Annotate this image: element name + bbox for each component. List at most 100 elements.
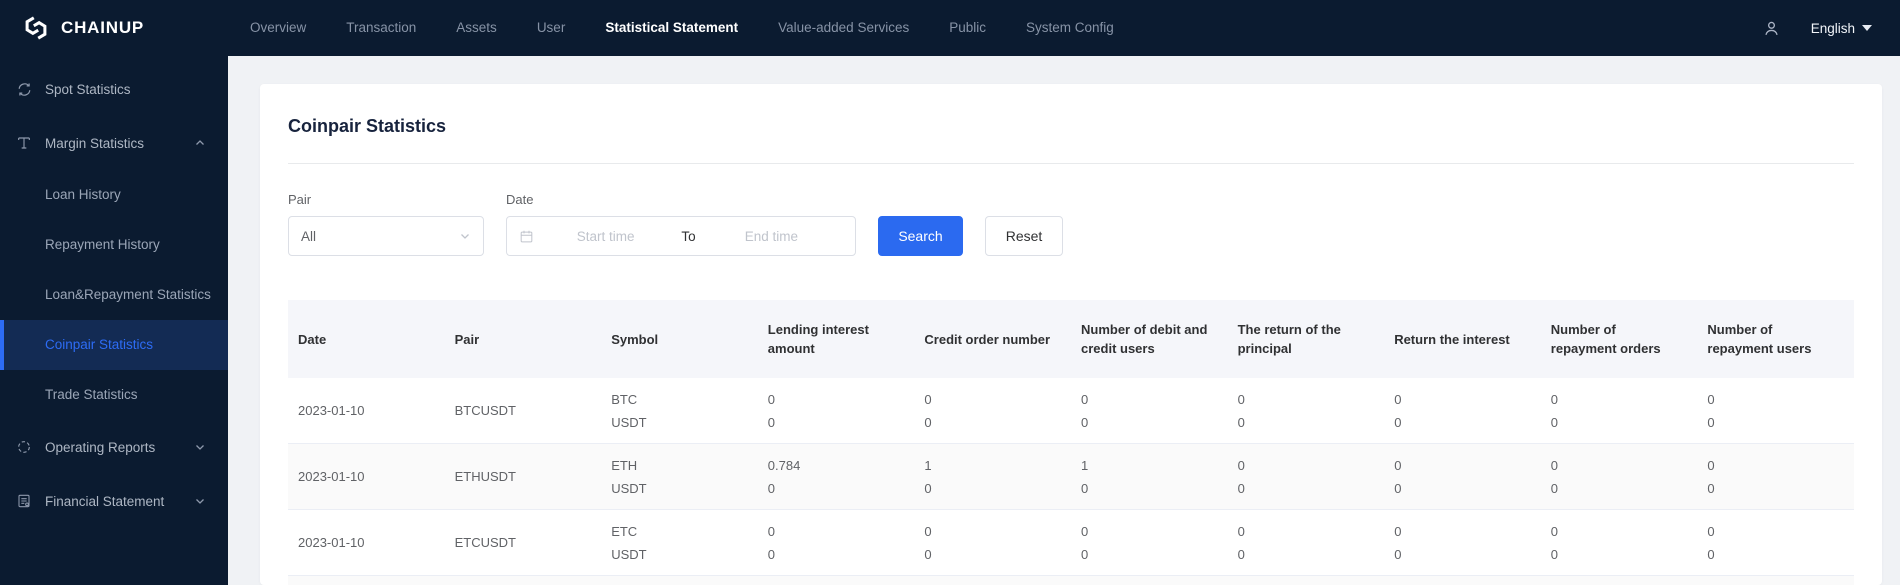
sidebar-item-label: Operating Reports (45, 439, 156, 455)
sidebar-item-trade-statistics[interactable]: Trade Statistics (0, 370, 228, 420)
coinpair-statistics-card: Coinpair Statistics Pair All Date Start … (260, 84, 1882, 585)
page-title: Coinpair Statistics (288, 116, 447, 136)
date-filter-group: Date To (506, 192, 856, 256)
sidebar: Spot Statistics Margin Statistics Loan His… (0, 56, 228, 585)
brand-logo[interactable]: CHAINUP (0, 14, 208, 42)
operating-reports-icon (15, 438, 33, 456)
sidebar-item-label: Spot Statistics (45, 81, 131, 97)
cell-value: 00 (1081, 391, 1089, 430)
user-icon[interactable] (1762, 19, 1781, 38)
column-header-number-of: Number of repayment orders (1550, 322, 1661, 356)
cell-symbol: BTC USDT (611, 391, 647, 430)
date-separator: To (681, 228, 696, 244)
pair-label: Pair (288, 192, 312, 207)
cell-pair: BTCUSDT (454, 403, 516, 418)
sidebar-item-operating-reports[interactable]: Operating Reports (0, 420, 228, 474)
cell-date: 2023-01-10 (298, 535, 365, 550)
cell-date: 2023-01-10 (298, 469, 365, 484)
sidebar-item-financial-statement[interactable]: Financial Statement (0, 474, 228, 528)
caret-down-icon (1862, 25, 1872, 31)
column-header-lending-interest: Lending interest amount (767, 322, 869, 356)
table-row: 2023-01-10 BTCUSDT BTC USDT 0 0 0 0 0 0 0 0 0 0 0 0 0 0 (288, 378, 1854, 444)
spot-statistics-icon (15, 80, 33, 98)
margin-statistics-icon (15, 134, 33, 152)
coinpair-table: Date Pair Symbol Lending interest amount Cre… (288, 300, 1854, 585)
search-button[interactable]: Search (878, 216, 963, 256)
column-header-pair: Pair (454, 331, 480, 347)
chevron-down-icon (194, 495, 206, 507)
chevron-down-icon (459, 230, 471, 242)
column-header-symbol: Symbol (611, 331, 659, 347)
cell-pair: ETCUSDT (454, 535, 516, 550)
cell-value: 00 (1237, 457, 1245, 496)
cell-date: 2023-01-10 (298, 403, 365, 418)
nav-item-statistical-statement[interactable]: Statistical Statement (585, 0, 758, 56)
end-time-input[interactable] (699, 228, 844, 244)
nav-item-transaction[interactable]: Transaction (326, 0, 436, 56)
cell-value: 00 (1707, 391, 1715, 430)
date-label: Date (506, 192, 534, 207)
sidebar-item-coinpair-statistics[interactable]: Coinpair Statistics (0, 320, 228, 370)
reset-button[interactable]: Reset (985, 216, 1063, 256)
chevron-down-icon (194, 441, 206, 453)
nav-item-value-added-services[interactable]: Value-added Services (758, 0, 929, 56)
sidebar-item-label: Margin Statistics (45, 135, 145, 151)
cell-value: 10 (1081, 457, 1089, 496)
sidebar-item-spot-statistics[interactable]: Spot Statistics (0, 62, 228, 116)
cell-value: 00 (1394, 391, 1402, 430)
nav-item-overview[interactable]: Overview (230, 0, 326, 56)
pair-select[interactable]: All (288, 216, 484, 256)
sidebar-item-repayment-history[interactable]: Repayment History (0, 220, 228, 270)
financial-statement-icon (15, 492, 33, 510)
navbar-menu: Overview Transaction Assets User Statistical… (230, 0, 1134, 56)
cell-value: 00 (1550, 523, 1559, 562)
pair-filter-group: Pair All (288, 192, 484, 256)
chevron-up-icon (194, 137, 206, 149)
brand-name: CHAINUP (61, 18, 145, 37)
nav-item-user[interactable]: User (517, 0, 586, 56)
column-header-date: Date (298, 331, 327, 347)
cell-value: 00 (1394, 457, 1402, 496)
chainup-logo-icon (20, 14, 52, 42)
sidebar-item-margin-statistics[interactable]: Margin Statistics (0, 116, 228, 170)
cell-value: 10 (924, 457, 932, 496)
cell-symbol: ETH USDT (611, 457, 647, 496)
calendar-icon (519, 229, 534, 244)
table-body: 2023-01-10 BTCUSDT BTC USDT 0 0 0 0 0 0 0 0 0 0 0 0 0 0 20… (288, 378, 1854, 576)
language-label: English (1810, 20, 1855, 36)
sidebar-item-label: Financial Statement (45, 493, 165, 509)
nav-item-assets[interactable]: Assets (436, 0, 517, 56)
nav-item-system-config[interactable]: System Config (1006, 0, 1134, 56)
nav-item-public[interactable]: Public (929, 0, 1006, 56)
cell-value: 00 (1237, 391, 1245, 430)
column-header-return-the-interest: Return the interest (1394, 331, 1510, 347)
language-selector[interactable]: English (1811, 21, 1872, 36)
cell-value: 00 (1707, 457, 1715, 496)
filter-bar: Pair All Date Start time To End time Sea… (288, 192, 1854, 256)
table-header: Date Pair Symbol Lending interest amount Cre… (288, 300, 1854, 378)
cell-value: 00 (924, 391, 932, 430)
cell-value: 00 (1550, 457, 1559, 496)
cell-pair: ETHUSDT (454, 469, 516, 484)
column-header-the-return-of-the: The return of the principal (1237, 322, 1341, 356)
date-range-picker[interactable]: To (506, 216, 856, 256)
pair-select-value: All (301, 228, 317, 244)
sidebar-item-loan-history[interactable]: Loan History (0, 170, 228, 220)
column-header-number-of-debit-and: Number of debit and credit users (1081, 322, 1208, 356)
start-time-input[interactable] (534, 228, 678, 244)
top-navbar: CHAINUP Overview Transaction Assets User Sta… (0, 0, 1900, 56)
cell-symbol: ETC USDT (611, 523, 647, 562)
cell-value: 00 (1550, 391, 1559, 430)
navbar-right: English (1762, 19, 1900, 38)
cell-value: 00 (1081, 523, 1089, 562)
cell-value: 0.784 0 (767, 457, 801, 496)
table-row-partial (288, 576, 1854, 585)
cell-value: 00 (1394, 523, 1402, 562)
cell-value: 00 (1707, 523, 1715, 562)
sidebar-menu: Spot Statistics Margin Statistics Loan His… (0, 62, 228, 528)
cell-value: 00 (924, 523, 932, 562)
sidebar-item-loan-repayment-statistics[interactable]: Loan&Repayment Statistics (0, 270, 228, 320)
column-header-number-of: Number of repayment users (1707, 322, 1812, 356)
title-divider (288, 163, 1854, 164)
table-row: 2023-01-10 ETCUSDT ETC USDT 0 0 0 0 0 0 0 0 0 0 0 0 0 0 (288, 510, 1854, 576)
